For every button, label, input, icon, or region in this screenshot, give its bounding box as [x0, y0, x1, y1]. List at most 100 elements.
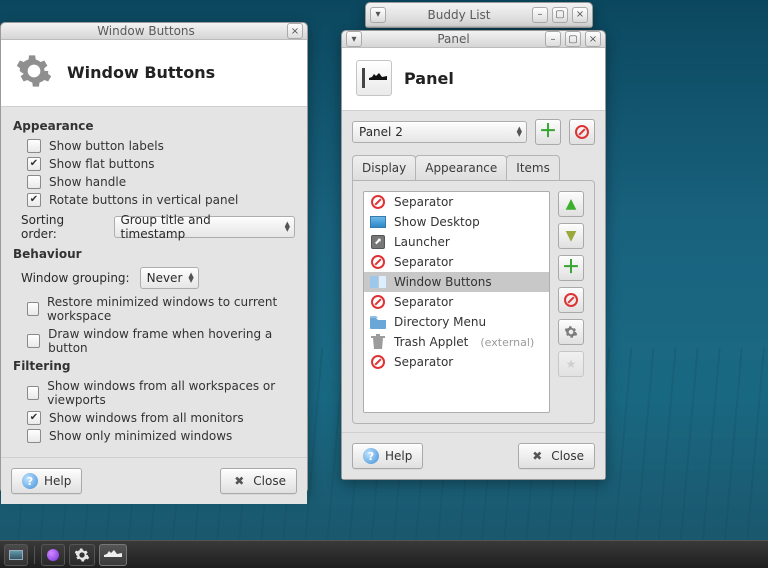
list-item-label: Launcher [394, 235, 450, 249]
move-up-button[interactable]: ▲ [558, 191, 584, 217]
show-handle-checkbox[interactable] [27, 175, 41, 189]
separator [34, 546, 35, 564]
gear-icon [74, 547, 90, 563]
list-item-label: Separator [394, 355, 453, 369]
show-labels-checkbox[interactable] [27, 139, 41, 153]
taskbar-item-settings[interactable] [69, 544, 95, 566]
arrow-up-icon: ▲ [566, 197, 577, 211]
sorting-order-value: Group title and timestamp [121, 213, 279, 241]
tab-items[interactable]: Items [506, 155, 560, 180]
help-button-label: Help [44, 474, 71, 488]
close-button[interactable]: ✖ Close [518, 443, 595, 469]
section-behaviour: Behaviour [13, 247, 295, 261]
chevron-updown-icon: ▲▼ [285, 222, 290, 232]
close-button[interactable]: ✖ Close [220, 468, 297, 494]
help-button[interactable]: ? Help [11, 468, 82, 494]
gear-icon [15, 52, 55, 92]
move-down-button[interactable]: ▼ [558, 223, 584, 249]
list-item-label: Window Buttons [394, 275, 492, 289]
window-title: Panel [390, 32, 517, 46]
items-list[interactable]: Separator Show Desktop ⬈ Launcher Separator W… [363, 191, 550, 413]
close-button[interactable]: × [585, 31, 601, 47]
sorting-order-combo[interactable]: Group title and timestamp ▲▼ [114, 216, 296, 238]
add-panel-button[interactable]: ＋ [535, 119, 561, 145]
rotate-vertical-checkbox[interactable] [27, 193, 41, 207]
list-item[interactable]: Separator [364, 292, 549, 312]
titlebar[interactable]: ▾ Panel – ▢ × [342, 31, 605, 48]
restore-minimized-checkbox[interactable] [27, 302, 39, 316]
show-flat-checkbox[interactable] [27, 157, 41, 171]
window-menu-button[interactable]: ▾ [346, 31, 362, 47]
all-monitors-checkbox[interactable] [27, 411, 41, 425]
list-item[interactable]: Show Desktop [364, 212, 549, 232]
chevron-updown-icon: ▲▼ [517, 127, 522, 137]
list-item[interactable]: Directory Menu [364, 312, 549, 332]
taskbar-item-panel[interactable] [99, 544, 127, 566]
window-grouping-combo[interactable]: Never ▲▼ [140, 267, 199, 289]
restore-minimized-label: Restore minimized windows to current wor… [47, 295, 295, 323]
only-minimized-checkbox[interactable] [27, 429, 41, 443]
item-preferences-button[interactable] [558, 319, 584, 345]
list-item[interactable]: Trash Applet(external) [364, 332, 549, 352]
titlebar[interactable]: Window Buttons × [1, 23, 307, 40]
dialog-header: Panel [342, 48, 605, 111]
section-filtering: Filtering [13, 359, 295, 373]
folder-icon [370, 315, 386, 329]
close-button[interactable]: × [572, 7, 588, 23]
panel-dialog: ▾ Panel – ▢ × Panel Panel 2 ▲▼ ＋ [341, 30, 606, 480]
dialog-header: Window Buttons [1, 40, 307, 107]
all-workspaces-checkbox[interactable] [27, 386, 39, 400]
launcher-icon: ⬈ [371, 235, 385, 249]
help-icon: ? [363, 448, 379, 464]
window-menu-button[interactable]: ▾ [370, 7, 386, 23]
plus-icon: ＋ [562, 259, 580, 277]
window-grouping-value: Never [147, 271, 183, 285]
list-item[interactable]: Separator [364, 252, 549, 272]
window-buttons-dialog: Window Buttons × Window Buttons Appearan… [0, 22, 308, 492]
taskbar [0, 540, 768, 568]
list-item[interactable]: Window Buttons [364, 272, 549, 292]
no-sign-icon [564, 293, 578, 307]
taskbar-item-pidgin[interactable] [41, 544, 65, 566]
window-title: Window Buttons [33, 24, 259, 38]
panel-selector-combo[interactable]: Panel 2 ▲▼ [352, 121, 527, 143]
draw-frame-checkbox[interactable] [27, 334, 40, 348]
no-sign-icon [371, 255, 385, 269]
taskbar-show-desktop[interactable] [4, 544, 28, 566]
list-item-label: Separator [394, 255, 453, 269]
maximize-button[interactable]: ▢ [552, 7, 568, 23]
titlebar[interactable]: ▾ Buddy List – ▢ × [366, 3, 592, 27]
list-item[interactable]: ⬈ Launcher [364, 232, 549, 252]
add-item-button[interactable]: ＋ [558, 255, 584, 281]
list-item-label: Separator [394, 195, 453, 209]
draw-frame-label: Draw window frame when hovering a button [48, 327, 295, 355]
dialog-title: Window Buttons [67, 63, 215, 82]
remove-item-button[interactable] [558, 287, 584, 313]
buddy-list-window: ▾ Buddy List – ▢ × [365, 2, 593, 28]
list-item-ext: (external) [480, 336, 534, 349]
star-icon: ★ [566, 357, 577, 371]
panel-selector-value: Panel 2 [359, 125, 511, 139]
maximize-button[interactable]: ▢ [565, 31, 581, 47]
close-button-label: Close [253, 474, 286, 488]
minimize-button[interactable]: – [532, 7, 548, 23]
minimize-button[interactable]: – [545, 31, 561, 47]
help-button[interactable]: ? Help [352, 443, 423, 469]
remove-panel-button[interactable] [569, 119, 595, 145]
pidgin-icon [47, 549, 59, 561]
close-icon[interactable]: × [287, 23, 303, 39]
arrow-down-icon: ▼ [566, 229, 577, 243]
list-item-label: Show Desktop [394, 215, 480, 229]
trash-icon [371, 334, 385, 350]
item-about-button[interactable]: ★ [558, 351, 584, 377]
show-desktop-icon [370, 216, 386, 228]
show-flat-label: Show flat buttons [49, 157, 154, 171]
tab-display[interactable]: Display [352, 155, 416, 180]
list-item[interactable]: Separator [364, 192, 549, 212]
list-item[interactable]: Separator [364, 352, 549, 372]
tab-appearance[interactable]: Appearance [415, 155, 507, 180]
plus-icon: ＋ [539, 123, 557, 141]
tabs: Display Appearance Items [352, 155, 595, 180]
help-icon: ? [22, 473, 38, 489]
sorting-order-label: Sorting order: [21, 213, 104, 241]
